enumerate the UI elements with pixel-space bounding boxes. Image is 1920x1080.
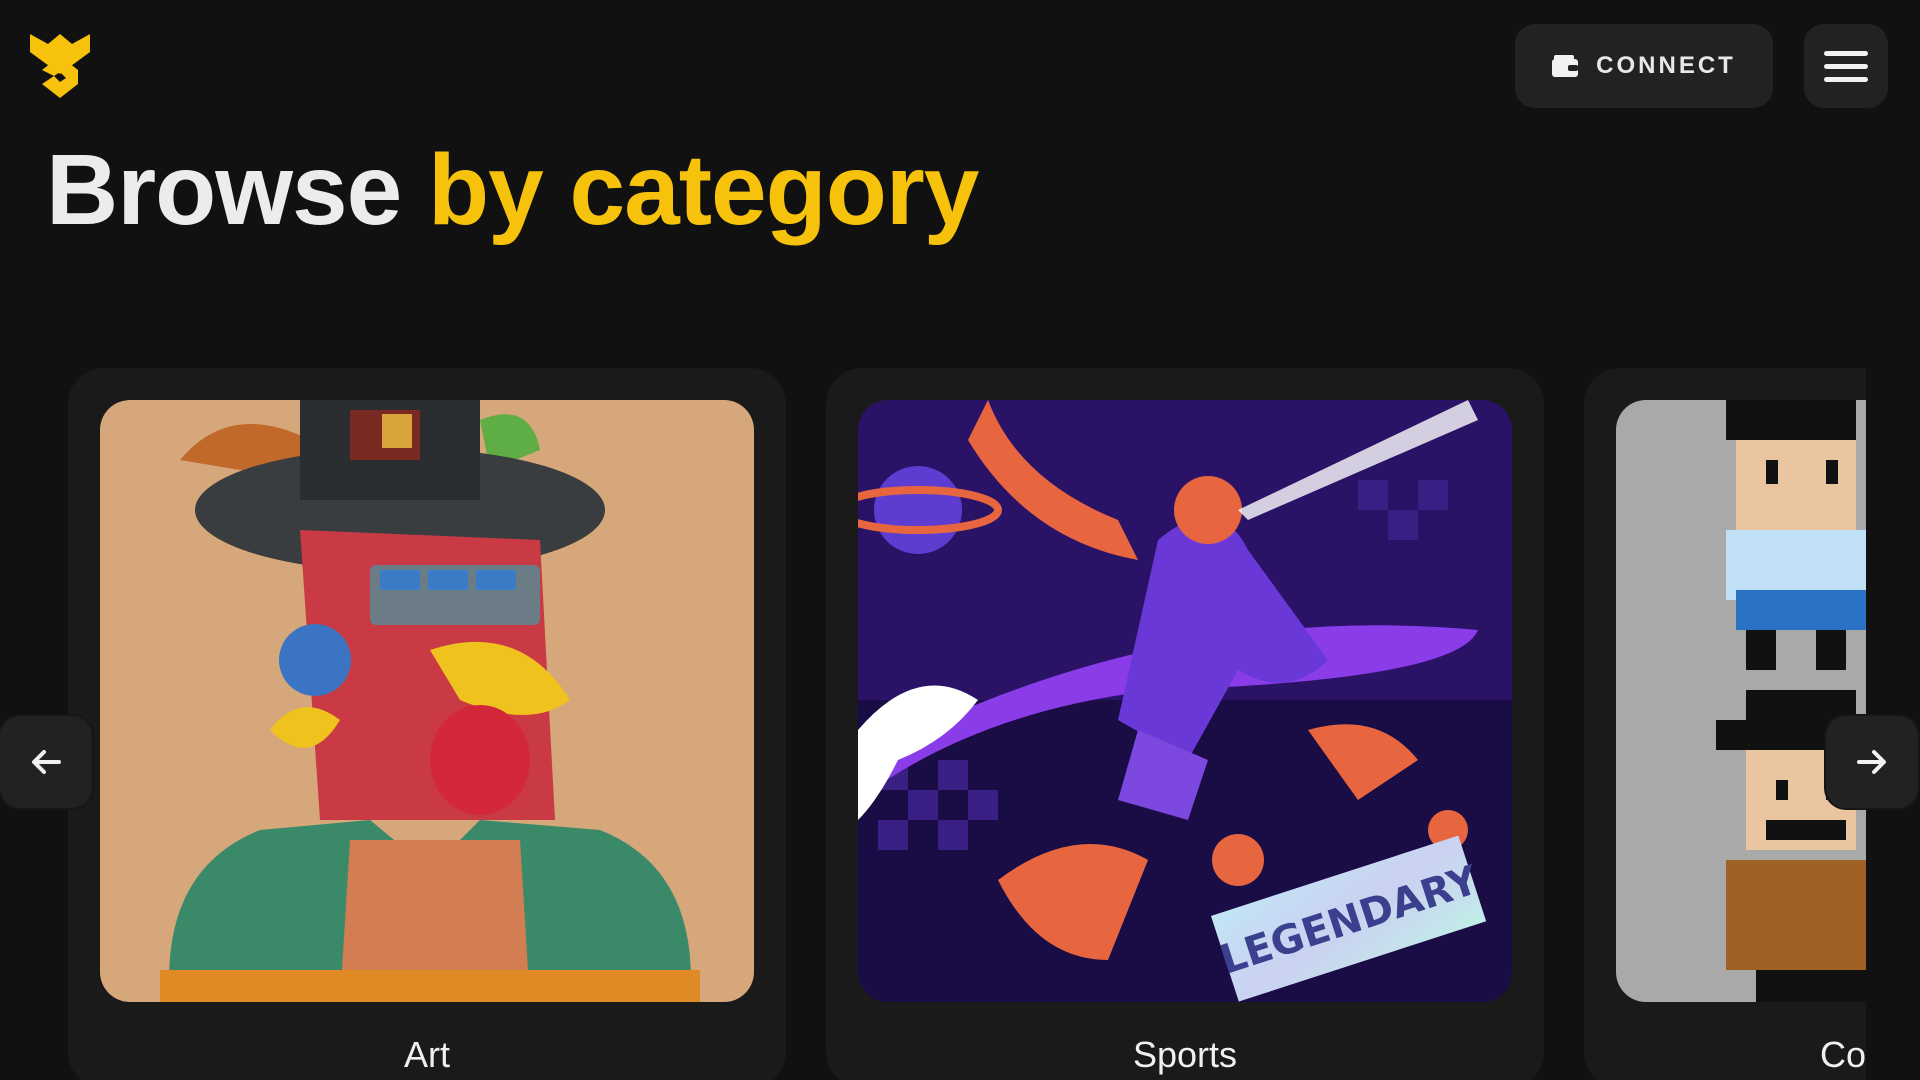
category-image-sports: LEGENDARY (858, 400, 1512, 1002)
arrow-left-icon (32, 750, 61, 774)
category-carousel: Art LEGENDARY Sports Co (0, 368, 1866, 1080)
wallet-icon (1552, 55, 1579, 77)
category-card-sports[interactable]: LEGENDARY Sports (826, 368, 1544, 1080)
page-title-part1: Browse (46, 134, 402, 246)
hamburger-menu-button[interactable] (1804, 24, 1888, 108)
arrow-right-icon (1857, 750, 1886, 774)
category-image-art (100, 400, 754, 1002)
category-label-collectibles: Co (1820, 1034, 1866, 1075)
hamburger-menu-icon (1824, 50, 1868, 56)
connect-wallet-button[interactable]: CONNECT (1515, 24, 1773, 108)
connect-label: CONNECT (1596, 52, 1736, 79)
category-card-art[interactable]: Art (68, 368, 786, 1080)
category-label-sports: Sports (1132, 1034, 1238, 1075)
category-label-art: Art (403, 1034, 450, 1075)
brand-logo-icon[interactable] (28, 30, 92, 102)
carousel-next-button[interactable] (1826, 716, 1918, 808)
page: CONNECT Browse by category Art LEGENDARY… (0, 0, 1920, 1080)
category-card-collectibles[interactable]: Co (1584, 368, 1866, 1080)
page-title-part2: by category (428, 134, 979, 246)
page-title: Browse by category (46, 138, 979, 243)
category-image-collectibles (1616, 400, 1866, 1002)
carousel-prev-button[interactable] (0, 716, 92, 808)
